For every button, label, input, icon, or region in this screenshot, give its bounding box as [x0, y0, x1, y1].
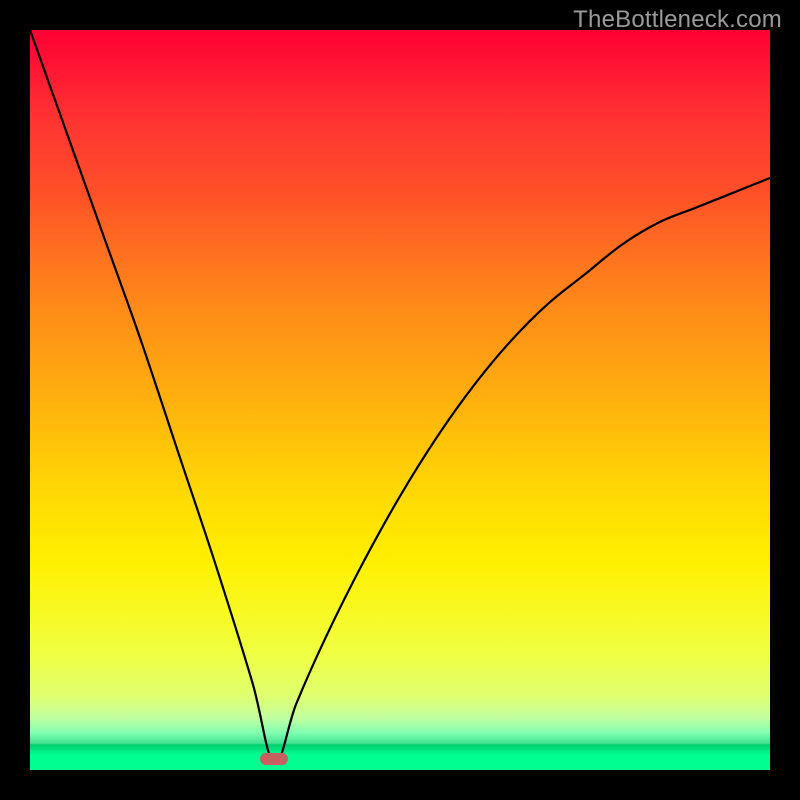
- sweet-spot-marker: [260, 753, 288, 765]
- bottleneck-curve: [30, 30, 770, 770]
- chart-frame: TheBottleneck.com: [0, 0, 800, 800]
- plot-area: [30, 30, 770, 770]
